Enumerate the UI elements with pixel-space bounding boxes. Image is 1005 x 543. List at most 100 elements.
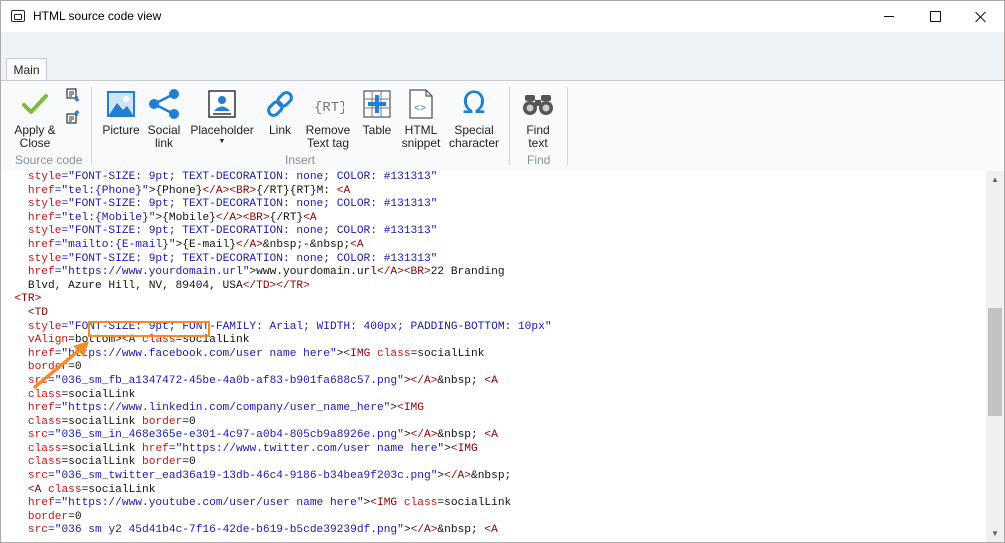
code-token: <TD <box>27 306 49 319</box>
code-token: &nbsp;-&nbsp; <box>262 238 351 251</box>
code-line: Blvd, Azure Hill, NV, 89404, USA</TD></T… <box>1 280 552 294</box>
apply-close-button[interactable]: Apply & Close <box>11 87 59 150</box>
code-token: ="FONT-SIZE: 9pt; TEXT-DECORATION: none;… <box>61 198 438 211</box>
ribbon-separator <box>509 87 510 165</box>
share-icon <box>147 87 181 121</box>
code-token: <A <box>484 374 498 387</box>
code-token: </A> <box>444 470 471 483</box>
code-token: ="https://www.linkedin.com/company/user_… <box>54 402 391 415</box>
svg-text:<>: <> <box>414 104 426 115</box>
code-token: > <box>403 374 411 387</box>
group-label-source-code: Source code <box>15 153 83 167</box>
code-line: class=socialLink href="https://www.twitt… <box>1 443 552 457</box>
find-text-button[interactable]: Find text <box>521 87 555 150</box>
code-token: <IMG <box>450 442 478 455</box>
code-token: border <box>27 510 69 523</box>
checkmark-icon <box>18 87 52 121</box>
code-token: </A> <box>236 238 263 251</box>
code-token: <TR> <box>14 293 42 306</box>
highlight-box <box>88 321 210 337</box>
scrollbar-thumb[interactable] <box>988 308 1002 416</box>
title-bar: HTML source code view <box>1 1 1004 32</box>
code-token: href <box>27 184 55 197</box>
chevron-down-icon: ▼ <box>218 138 226 145</box>
special-character-button[interactable]: Ω Special character <box>447 87 501 150</box>
remove-text-tag-button[interactable]: {RT} Remove Text tag <box>303 87 353 150</box>
code-token: ="036 sm y2 45d41b4c-7f16-42de-b619-b5cd… <box>48 524 404 537</box>
code-token: href <box>27 266 55 279</box>
binoculars-icon <box>521 87 555 121</box>
maximize-button[interactable] <box>912 1 958 32</box>
social-link-button[interactable]: Social link <box>145 87 183 150</box>
code-line: class=socialLink border=0 <box>1 416 552 430</box>
code-token: <A <box>350 238 364 251</box>
omega-icon: Ω <box>462 86 486 121</box>
code-token: style <box>27 320 62 333</box>
minimize-button[interactable] <box>866 1 912 32</box>
code-token: ="FONT-SIZE: 9pt; TEXT-DECORATION: none;… <box>61 225 438 238</box>
ribbon-separator <box>91 87 92 165</box>
code-token: {E-mail} <box>115 238 169 251</box>
code-token: href <box>27 238 55 251</box>
code-token: =socialLink <box>61 442 143 455</box>
code-token: style <box>27 198 62 211</box>
code-token: class <box>27 442 62 455</box>
scroll-up-icon[interactable]: ▲ <box>986 171 1004 188</box>
table-button[interactable]: Table <box>359 87 395 137</box>
table-label: Table <box>362 123 392 137</box>
code-token: style <box>27 171 62 183</box>
code-token: <A <box>484 429 498 442</box>
placeholder-button[interactable]: Placeholder ▼ <box>189 87 255 147</box>
code-line: style="FONT-SIZE: 9pt; TEXT-DECORATION: … <box>1 198 552 212</box>
code-line: src="036_sm_in_468e365e-e301-4c97-a0b4-8… <box>1 429 552 443</box>
code-line: href="tel:{Phone}">{Phone}</A><BR>{/RT}{… <box>1 185 552 199</box>
vertical-scrollbar[interactable]: ▲ ▼ <box>986 171 1004 542</box>
code-token: </A> <box>215 211 243 224</box>
code-line: <A class=socialLink <box>1 484 552 498</box>
html-snippet-icon: <> <box>404 87 438 121</box>
code-token: class <box>48 483 82 496</box>
picture-button[interactable]: Picture <box>101 87 141 137</box>
code-token: {/RT} <box>269 211 304 224</box>
code-token: =0 <box>182 415 196 428</box>
link-button[interactable]: Link <box>263 87 297 137</box>
scroll-down-icon[interactable]: ▼ <box>986 525 1004 542</box>
code-editor[interactable]: style="FONT-SIZE: 9pt; TEXT-DECORATION: … <box>1 171 986 542</box>
code-token: &nbsp; <box>437 524 485 537</box>
group-label-find: Find <box>527 153 551 167</box>
code-token: <IMG <box>370 497 398 510</box>
code-token: </A> <box>410 374 438 387</box>
code-token: ="FONT-SIZE: 9pt; TEXT-DECORATION: none;… <box>61 252 438 265</box>
code-line: class=socialLink border=0 <box>1 456 552 470</box>
html-snippet-button[interactable]: <> HTML snippet <box>399 87 443 150</box>
code-line: src="036 sm y2 45d41b4c-7f16-42de-b619-b… <box>1 524 552 538</box>
code-token: >{Phone} <box>148 184 203 197</box>
code-token: <A <box>27 483 42 496</box>
export-icon[interactable] <box>65 87 81 103</box>
apply-close-label-2: Close <box>19 136 51 150</box>
code-line: style="FONT-SIZE: 9pt; TEXT-DECORATION: … <box>1 253 552 267</box>
code-token: <A <box>484 524 498 537</box>
code-token: <IMG <box>343 347 371 360</box>
import-icon[interactable] <box>65 109 81 125</box>
close-button[interactable] <box>958 1 1004 32</box>
code-token: >www.yourdomain.url <box>249 266 377 279</box>
code-token: ="FONT-SIZE: 9pt; TEXT-DECORATION: none;… <box>61 171 438 183</box>
code-token: href <box>27 497 55 510</box>
tab-main[interactable]: Main <box>6 58 47 81</box>
group-label-insert: Insert <box>285 153 316 167</box>
code-token: ="036_sm_fb_a1347472-45be-4a0b-af83-b901… <box>48 374 404 387</box>
code-line: style="FONT-SIZE: 9pt; TEXT-DECORATION: … <box>1 225 552 239</box>
